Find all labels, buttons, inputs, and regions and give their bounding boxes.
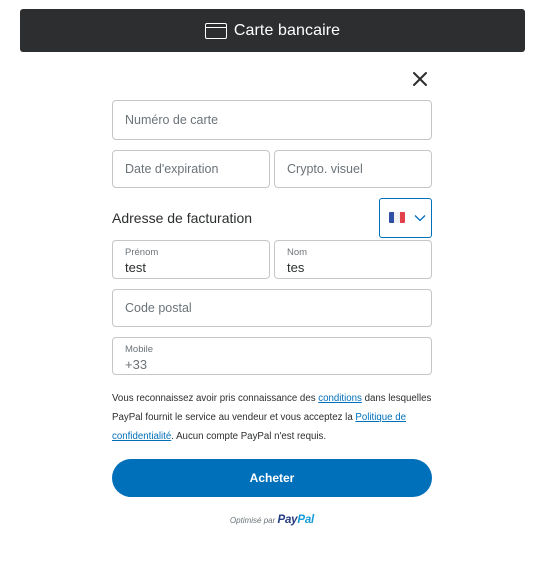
last-name-field[interactable]: Nom tes: [274, 240, 432, 279]
cvv-field[interactable]: Crypto. visuel: [274, 150, 432, 188]
card-header: Carte bancaire: [20, 9, 525, 52]
powered-by-text: Optimisé par: [229, 516, 276, 525]
card-number-placeholder: Numéro de carte: [125, 113, 219, 127]
country-select[interactable]: [379, 198, 432, 238]
postal-code-placeholder: Code postal: [125, 301, 192, 315]
first-name-field[interactable]: Prénom test: [112, 240, 270, 279]
legal-notice: Vous reconnaissez avoir pris connaissanc…: [112, 389, 434, 446]
close-button[interactable]: [409, 68, 431, 90]
legal-text-3: . Aucun compte PayPal n'est requis.: [171, 431, 327, 442]
expiry-date-placeholder: Date d'expiration: [125, 162, 219, 176]
billing-address-title: Adresse de facturation: [112, 210, 253, 226]
france-flag-icon: [389, 212, 405, 223]
paypal-logo-pal: Pal: [297, 514, 315, 526]
paypal-logo: PayPal: [278, 514, 315, 526]
postal-code-field[interactable]: Code postal: [112, 289, 432, 327]
cvv-placeholder: Crypto. visuel: [287, 162, 363, 176]
close-icon: [413, 72, 427, 86]
expiry-date-field[interactable]: Date d'expiration: [112, 150, 270, 188]
paypal-logo-pay: Pay: [277, 514, 298, 526]
credit-card-icon: [204, 22, 227, 39]
buy-button[interactable]: Acheter: [112, 459, 432, 497]
conditions-link[interactable]: conditions: [318, 393, 362, 404]
first-name-label: Prénom: [125, 247, 159, 258]
header-title: Carte bancaire: [233, 21, 341, 39]
mobile-field[interactable]: Mobile +33: [112, 337, 432, 375]
last-name-value: tes: [287, 260, 305, 275]
mobile-label: Mobile: [125, 344, 153, 355]
first-name-value: test: [125, 260, 146, 275]
card-number-field[interactable]: Numéro de carte: [112, 100, 432, 140]
chevron-down-icon: [414, 215, 426, 222]
powered-by-footer: Optimisé par PayPal: [0, 514, 544, 526]
legal-text-1: Vous reconnaissez avoir pris connaissanc…: [112, 393, 319, 404]
last-name-label: Nom: [287, 247, 308, 258]
mobile-value: +33: [125, 357, 148, 372]
